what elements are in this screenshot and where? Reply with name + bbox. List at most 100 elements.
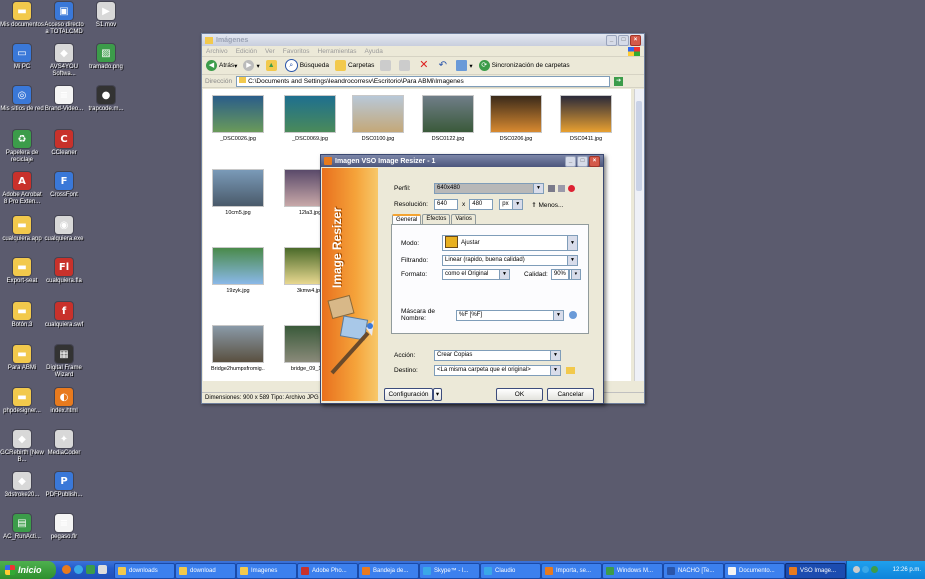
desktop-icon[interactable]: ▬ cualquiera.app: [0, 216, 44, 243]
desktop-icon[interactable]: ▣ Acceso directo a TOTALCMD: [42, 2, 86, 36]
desktop-icon[interactable]: ◆ AVS4YOU Softwa...: [42, 44, 86, 78]
height-input[interactable]: 480: [469, 199, 494, 210]
quicklaunch-ie-icon[interactable]: [74, 565, 83, 574]
address-input[interactable]: C:\Documents and Settings\leandrocorresv…: [236, 75, 611, 87]
profile-list-icon[interactable]: [558, 185, 565, 192]
dialog-close-button[interactable]: ×: [589, 155, 600, 167]
desktop-icon[interactable]: ◆ 3dstroke20...: [0, 472, 44, 499]
tray-security-icon[interactable]: [871, 566, 878, 573]
filtrando-select[interactable]: Linear (rapido, buena calidad) ▼: [442, 255, 578, 266]
clock[interactable]: 12:26 p.m.: [893, 561, 921, 579]
tab-general[interactable]: General: [392, 214, 422, 224]
desktop-icon[interactable]: f cualquiera.swf: [42, 302, 86, 329]
search-button[interactable]: ⌕ Búsqueda: [284, 59, 329, 72]
copy-to-button[interactable]: [399, 60, 412, 71]
desktop-icon[interactable]: ● trapcode.m...: [84, 86, 128, 113]
tab-varios[interactable]: Varios: [451, 214, 476, 224]
taskbar-button[interactable]: Imagenes: [236, 563, 297, 579]
desktop-icon[interactable]: ▭ Mi PC: [0, 44, 44, 71]
taskbar-button[interactable]: VSO Image...: [785, 563, 846, 579]
quicklaunch-firefox-icon[interactable]: [62, 565, 71, 574]
desktop-icon[interactable]: ◆ GCRebirth [New B...: [0, 430, 44, 464]
desktop-icon[interactable]: P PDFPublish...: [42, 472, 86, 499]
desktop-icon[interactable]: ✦ MediaCoder: [42, 430, 86, 457]
desktop-icon[interactable]: ▬ Para ABMi: [0, 345, 44, 372]
menu-favoritos[interactable]: Favoritos: [283, 48, 310, 55]
width-input[interactable]: 640: [434, 199, 458, 210]
taskbar-button[interactable]: NACHO [Te...: [663, 563, 724, 579]
undo-button[interactable]: ↶: [437, 60, 450, 71]
scrollbar-thumb[interactable]: [636, 101, 642, 191]
desktop-icon[interactable]: C CCleaner: [42, 130, 86, 157]
desktop-icon[interactable]: Fl cualquiera.fla: [42, 258, 86, 285]
menu-ver[interactable]: Ver: [265, 48, 275, 55]
desktop-icon[interactable]: F CrossFont: [42, 172, 86, 199]
menu-ayuda[interactable]: Ayuda: [365, 48, 383, 55]
tray-skype-icon[interactable]: [862, 566, 869, 573]
desktop-icon[interactable]: ▬ phpdesigner...: [0, 388, 44, 415]
close-button[interactable]: ×: [630, 34, 641, 46]
taskbar-button[interactable]: Bandeja de...: [358, 563, 419, 579]
desktop-icon[interactable]: ♻ Papelera de reciclaje: [0, 130, 44, 164]
save-profile-icon[interactable]: [548, 185, 555, 192]
forward-button[interactable]: ▶ ▾: [243, 60, 260, 71]
mascara-select[interactable]: %F [%F] ▼: [456, 309, 564, 321]
formato-select[interactable]: como el Original ▼: [442, 269, 510, 280]
file-thumbnail[interactable]: DSC0206.jpg: [489, 95, 543, 142]
maximize-button[interactable]: □: [618, 34, 629, 46]
go-button[interactable]: ➔: [614, 76, 624, 86]
move-to-button[interactable]: [380, 60, 393, 71]
desktop-icon[interactable]: A Adobe Acrobat 8 Pro Exten...: [0, 172, 44, 206]
file-thumbnail[interactable]: DSC0122.jpg: [421, 95, 475, 142]
file-thumbnail[interactable]: Bridge2humpsfromig...: [211, 325, 265, 372]
taskbar-button[interactable]: Windows M...: [602, 563, 663, 579]
up-folder-button[interactable]: ▲: [265, 60, 279, 71]
desktop-icon[interactable]: ▦ Digital Frame Wizard: [42, 345, 86, 379]
dialog-titlebar[interactable]: Imagen VSO Image Resizer - 1 _ □ ×: [321, 155, 603, 167]
taskbar-button[interactable]: downloads: [114, 563, 175, 579]
taskbar-button[interactable]: Documento...: [724, 563, 785, 579]
file-thumbnail[interactable]: 10cm5.jpg: [211, 169, 265, 216]
menu-herramientas[interactable]: Herramientas: [318, 48, 357, 55]
taskbar-button[interactable]: Claudio: [480, 563, 541, 579]
ok-button[interactable]: OK: [496, 388, 543, 401]
desktop-icon[interactable]: ▬ Mis documentos: [0, 2, 44, 29]
calidad-input[interactable]: 90%: [550, 269, 569, 280]
taskbar-button[interactable]: Importa, se...: [541, 563, 602, 579]
dialog-minimize-button[interactable]: _: [565, 155, 576, 167]
taskbar-button[interactable]: Adobe Pho...: [297, 563, 358, 579]
desktop-icon[interactable]: ◐ index.html: [42, 388, 86, 415]
dialog-maximize-button[interactable]: □: [577, 155, 588, 167]
tray-network-icon[interactable]: [853, 566, 860, 573]
configuracion-button[interactable]: Configuración: [384, 388, 433, 401]
desktop-icon[interactable]: ≡ pegaso.flr: [42, 514, 86, 541]
start-button[interactable]: Inicio: [0, 561, 56, 579]
vertical-scrollbar[interactable]: [634, 89, 644, 381]
help-icon[interactable]: [569, 311, 577, 319]
file-thumbnail[interactable]: _DSC0026.jpg: [211, 95, 265, 142]
file-thumbnail[interactable]: DSC0100.jpg: [351, 95, 405, 142]
desktop-icon[interactable]: ◎ Mis sitios de red: [0, 86, 44, 113]
delete-button[interactable]: ✕: [418, 60, 431, 71]
file-thumbnail[interactable]: 19zyk.jpg: [211, 247, 265, 294]
cancel-button[interactable]: Cancelar: [547, 388, 594, 401]
desktop-icon[interactable]: ▤ AC_RunActi...: [0, 514, 44, 541]
browse-folder-icon[interactable]: [566, 367, 575, 374]
views-button[interactable]: ▾: [456, 60, 473, 71]
explorer-titlebar[interactable]: Imágenes _ □ ×: [202, 34, 644, 46]
modo-select[interactable]: Ajustar ▼: [442, 235, 578, 251]
taskbar-button[interactable]: Skype™ - l...: [419, 563, 480, 579]
accion-select[interactable]: Crear Copias ▼: [434, 350, 561, 361]
destino-select[interactable]: <La misma carpeta que el original> ▼: [434, 365, 561, 376]
less-options-link[interactable]: ⇑ Menos...: [531, 201, 563, 209]
sync-folders-button[interactable]: ⟳ Sincronización de carpetas: [478, 60, 570, 71]
taskbar-button[interactable]: download: [175, 563, 236, 579]
unit-select[interactable]: px ▼: [499, 199, 524, 210]
desktop-icon[interactable]: ▬ Botón.3: [0, 302, 44, 329]
calidad-spinner[interactable]: ▾: [568, 269, 581, 280]
menu-archivo[interactable]: Archivo: [206, 48, 228, 55]
file-thumbnail[interactable]: _DSC0069.jpg: [283, 95, 337, 142]
folders-button[interactable]: Carpetas: [334, 60, 374, 71]
delete-profile-icon[interactable]: [568, 185, 575, 192]
desktop-icon[interactable]: ≡ Brand-Video...: [42, 86, 86, 113]
